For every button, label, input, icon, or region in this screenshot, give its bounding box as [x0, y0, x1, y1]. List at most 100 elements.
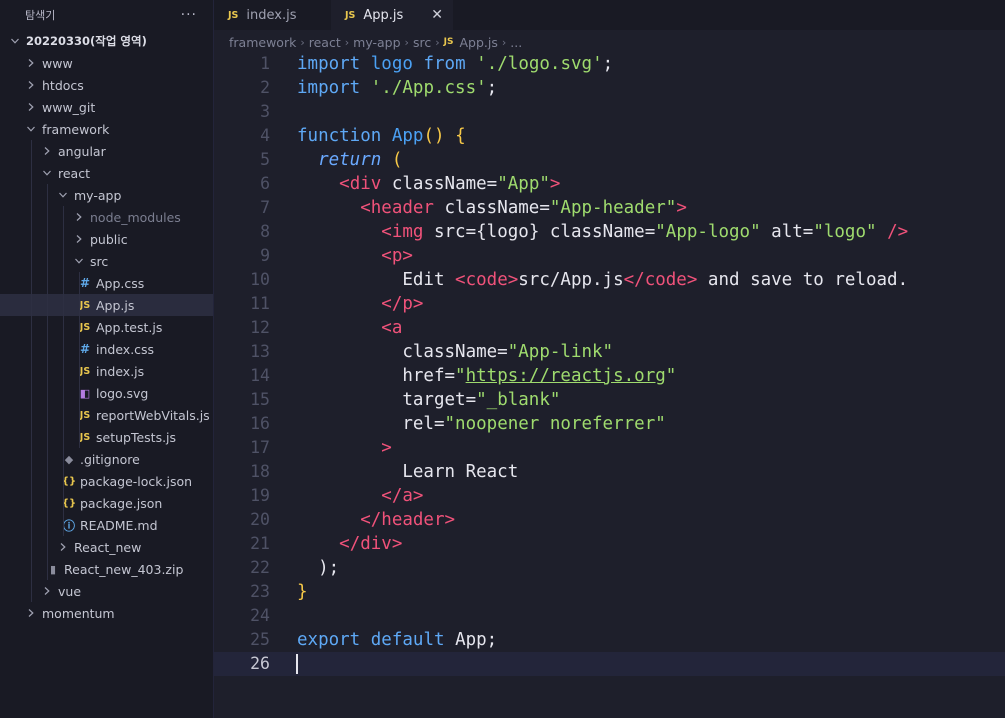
code-token: </header>	[360, 510, 456, 530]
code-line[interactable]: 25 export default App;	[214, 628, 1005, 652]
tree-folder[interactable]: src	[0, 250, 213, 272]
indent-guide	[47, 338, 48, 360]
tree-folder[interactable]: www	[0, 52, 213, 74]
code-text: <p>	[297, 244, 413, 268]
indent-guide	[47, 426, 48, 448]
code-token: "App-link"	[507, 342, 614, 362]
tree-folder[interactable]: vue	[0, 580, 213, 602]
tree-file[interactable]: {} package.json	[0, 492, 213, 514]
tree-folder[interactable]: react	[0, 162, 213, 184]
breadcrumb-item[interactable]: ...	[510, 35, 522, 50]
code-token: './logo.svg'	[476, 54, 603, 74]
code-token: >	[381, 438, 392, 458]
line-number: 20	[250, 510, 270, 529]
chevron-right-icon	[72, 212, 86, 222]
code-token: Edit	[297, 270, 456, 290]
chevron-right-icon	[40, 586, 54, 596]
breadcrumb-item[interactable]: framework	[229, 35, 296, 50]
tree-file[interactable]: {} package-lock.json	[0, 470, 213, 492]
code-text: </p>	[297, 292, 423, 316]
code-line[interactable]: 1 import logo from './logo.svg';	[214, 52, 1005, 76]
line-number: 16	[250, 414, 270, 433]
tree-file[interactable]: ◧ logo.svg	[0, 382, 213, 404]
code-editor[interactable]: 1 import logo from './logo.svg'; 2 import '…	[214, 52, 1005, 718]
more-actions-icon[interactable]: ···	[181, 7, 197, 23]
tab-app-js[interactable]: JS App.js ✕	[331, 0, 453, 30]
indent-guide	[31, 382, 32, 404]
code-line[interactable]: 8 <img src={logo} className="App-logo" a…	[214, 220, 1005, 244]
close-icon[interactable]: ✕	[431, 7, 443, 23]
code-line[interactable]: 21 </div>	[214, 532, 1005, 556]
code-line[interactable]: 3	[214, 100, 1005, 124]
code-token: className=	[297, 342, 508, 362]
code-line[interactable]: 9 <p>	[214, 244, 1005, 268]
indent-guide	[63, 250, 64, 272]
code-line[interactable]: 26	[214, 652, 1005, 676]
tree-folder[interactable]: my-app	[0, 184, 213, 206]
code-line[interactable]: 23}	[214, 580, 1005, 604]
tree-folder[interactable]: public	[0, 228, 213, 250]
workspace-root[interactable]: 20220330(작업 영역)	[0, 30, 213, 52]
breadcrumb-item[interactable]: react	[309, 35, 341, 50]
tree-item-label: framework	[42, 121, 110, 137]
tree-file[interactable]: JS index.js	[0, 360, 213, 382]
code-line[interactable]: 6 <div className="App">	[214, 172, 1005, 196]
code-line[interactable]: 12 <a	[214, 316, 1005, 340]
tree-file[interactable]: ▮ React_new_403.zip	[0, 558, 213, 580]
tree-file[interactable]: JS App.js	[0, 294, 213, 316]
tab-index-js[interactable]: JS index.js	[214, 0, 331, 30]
code-line[interactable]: 17 >	[214, 436, 1005, 460]
code-line[interactable]: 22 );	[214, 556, 1005, 580]
code-line[interactable]: 7 <header className="App-header">	[214, 196, 1005, 220]
code-line[interactable]: 18 Learn React	[214, 460, 1005, 484]
code-token: "noopener noreferrer"	[444, 414, 666, 434]
tree-folder[interactable]: momentum	[0, 602, 213, 624]
tree-file[interactable]: JS reportWebVitals.js	[0, 404, 213, 426]
code-token: default	[370, 630, 445, 650]
code-line[interactable]: 11 </p>	[214, 292, 1005, 316]
tree-file[interactable]: # index.css	[0, 338, 213, 360]
code-text: <header className="App-header">	[297, 196, 687, 220]
code-line[interactable]: 10 Edit <code>src/App.js</code> and save…	[214, 268, 1005, 292]
js-file-icon: JS	[79, 321, 91, 333]
code-line[interactable]: 19 </a>	[214, 484, 1005, 508]
js-file-icon: JS	[228, 9, 239, 21]
code-line[interactable]: 15 target="_blank"	[214, 388, 1005, 412]
indent-guide	[63, 360, 64, 382]
tree-file[interactable]: ◆ .gitignore	[0, 448, 213, 470]
tree-file[interactable]: JS App.test.js	[0, 316, 213, 338]
tree-item-label: 20220330(작업 영역)	[26, 34, 147, 48]
indent-guide	[31, 272, 32, 294]
tree-folder[interactable]: React_new	[0, 536, 213, 558]
tree-folder[interactable]: angular	[0, 140, 213, 162]
tree-item-label: React_new_403.zip	[64, 561, 184, 577]
code-line[interactable]: 16 rel="noopener noreferrer"	[214, 412, 1005, 436]
code-line[interactable]: 5 return (	[214, 148, 1005, 172]
svg-file-icon: ◧	[79, 386, 91, 400]
code-line[interactable]: 2 import './App.css';	[214, 76, 1005, 100]
tree-file[interactable]: JS setupTests.js	[0, 426, 213, 448]
code-line[interactable]: 24	[214, 604, 1005, 628]
tree-folder[interactable]: htdocs	[0, 74, 213, 96]
breadcrumb-item[interactable]: App.js	[459, 35, 497, 50]
breadcrumb-item[interactable]: my-app	[353, 35, 400, 50]
code-line[interactable]: 4 function App() {	[214, 124, 1005, 148]
chevron-down-icon	[40, 168, 54, 178]
code-line[interactable]: 20 </header>	[214, 508, 1005, 532]
indent-guide	[47, 536, 48, 558]
tree-file[interactable]: # App.css	[0, 272, 213, 294]
indent-guide	[31, 162, 32, 184]
tree-folder[interactable]: www_git	[0, 96, 213, 118]
tree-folder[interactable]: node_modules	[0, 206, 213, 228]
code-line[interactable]: 13 className="App-link"	[214, 340, 1005, 364]
code-token: import	[297, 78, 361, 98]
editor-tab-bar: JS index.js JS App.js ✕	[214, 0, 1005, 30]
line-number: 21	[250, 534, 270, 553]
code-line[interactable]: 14 href="https://reactjs.org"	[214, 364, 1005, 388]
breadcrumb-item[interactable]: src	[413, 35, 431, 50]
css-file-icon: #	[79, 342, 91, 356]
tree-file[interactable]: ⓘ README.md	[0, 514, 213, 536]
tree-folder[interactable]: framework	[0, 118, 213, 140]
